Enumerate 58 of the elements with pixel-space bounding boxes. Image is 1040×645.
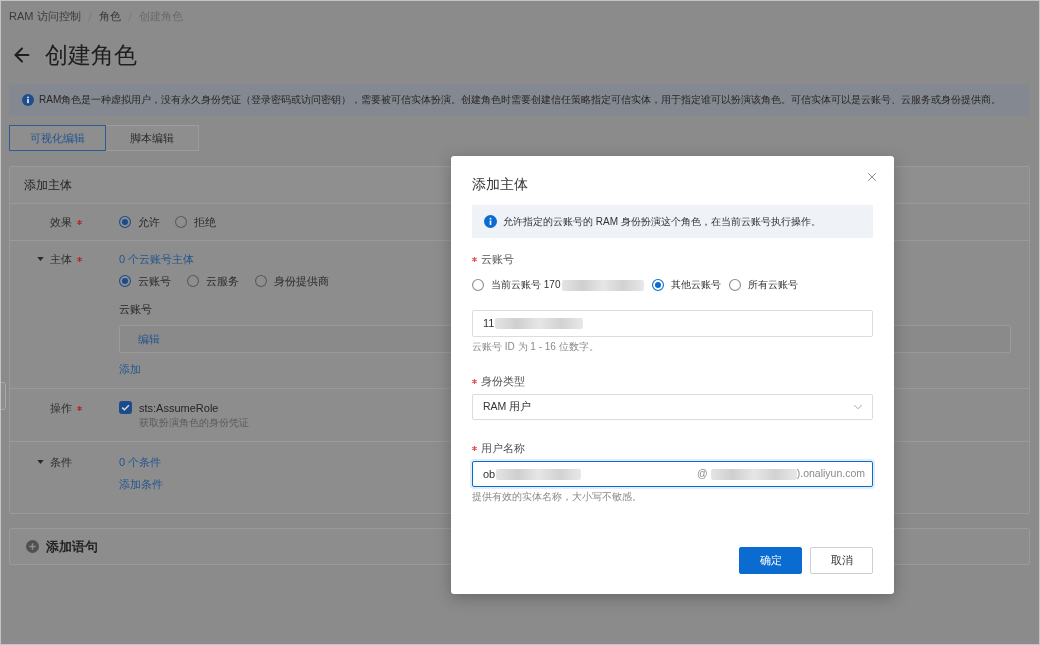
collapse-handle[interactable] — [1, 382, 6, 410]
radio-button[interactable] — [652, 279, 665, 291]
breadcrumb-link[interactable]: 角色 — [98, 9, 121, 24]
field-hint: 提供有效的实体名称，大小写不敏感。 — [472, 491, 642, 503]
domain-suffix: @ — [697, 466, 708, 482]
field-label: 主体 — [50, 252, 72, 267]
plus-circle-icon — [26, 540, 39, 553]
radio-button[interactable] — [119, 275, 131, 287]
card-title: 添加主体 — [24, 177, 72, 194]
radio-label: 身份提供商 — [274, 274, 329, 288]
radio-label: 云账号 — [138, 274, 171, 288]
radio-button[interactable] — [255, 275, 267, 287]
radio-label: 当前云账号 170 — [491, 278, 561, 292]
account-id-input[interactable]: 11 — [472, 310, 873, 337]
action-name: sts:AssumeRole — [139, 401, 220, 416]
radio-button[interactable] — [472, 279, 484, 291]
input-value: 11 — [483, 316, 495, 332]
confirm-button[interactable]: 确定 — [739, 547, 802, 574]
dialog-title: 添加主体 — [472, 175, 528, 193]
cancel-button[interactable]: 取消 — [810, 547, 873, 574]
principal-count-link[interactable]: 0 个云账号主体 — [119, 251, 195, 267]
radio-label: 云服务 — [206, 274, 239, 288]
checkbox[interactable] — [119, 401, 132, 414]
notice-text: 允许指定的云账号的 RAM 身份扮演这个角色，在当前云账号执行操作。 — [503, 214, 821, 229]
radio-button[interactable] — [119, 216, 131, 228]
field-label: 云账号 — [481, 252, 514, 266]
add-condition-link[interactable]: 添加条件 — [119, 476, 163, 492]
add-link[interactable]: 添加 — [119, 361, 141, 377]
radio-label: 拒绝 — [194, 215, 216, 229]
field-label: 条件 — [50, 455, 72, 470]
field-hint: 云账号 ID 为 1 - 16 位数字。 — [472, 341, 599, 353]
caret-down-icon[interactable] — [37, 460, 44, 464]
user-name-input[interactable]: ob @ ).onaliyun.com — [472, 461, 873, 487]
radio-label: 允许 — [138, 215, 160, 229]
field-label: 效果 — [50, 215, 72, 230]
caret-down-icon[interactable] — [37, 257, 44, 261]
input-value: ob — [483, 466, 496, 482]
close-icon[interactable] — [865, 170, 879, 184]
info-icon — [22, 94, 34, 106]
field-label: 用户名称 — [481, 441, 525, 455]
breadcrumb-link[interactable]: RAM 访问控制 — [9, 9, 81, 24]
editor-tab[interactable]: 可视化编辑 — [9, 125, 106, 151]
radio-label: 其他云账号 — [671, 278, 722, 292]
condition-count-link[interactable]: 0 个条件 — [119, 454, 162, 470]
identity-type-select[interactable]: RAM 用户 — [472, 394, 873, 420]
select-value: RAM 用户 — [483, 399, 532, 415]
field-label: 身份类型 — [481, 374, 525, 388]
radio-button[interactable] — [729, 279, 742, 291]
edit-link[interactable]: 编辑 — [138, 330, 160, 348]
editor-tab[interactable]: 脚本编辑 — [105, 125, 199, 151]
radio-button[interactable] — [175, 216, 187, 228]
radio-button[interactable] — [187, 275, 199, 287]
radio-label: 所有云账号 — [748, 278, 799, 292]
page-title: 创建角色 — [45, 41, 137, 69]
section-label: 云账号 — [119, 302, 152, 316]
domain-suffix: ).onaliyun.com — [796, 466, 865, 482]
info-icon — [484, 215, 497, 228]
field-label: 操作 — [50, 401, 72, 416]
